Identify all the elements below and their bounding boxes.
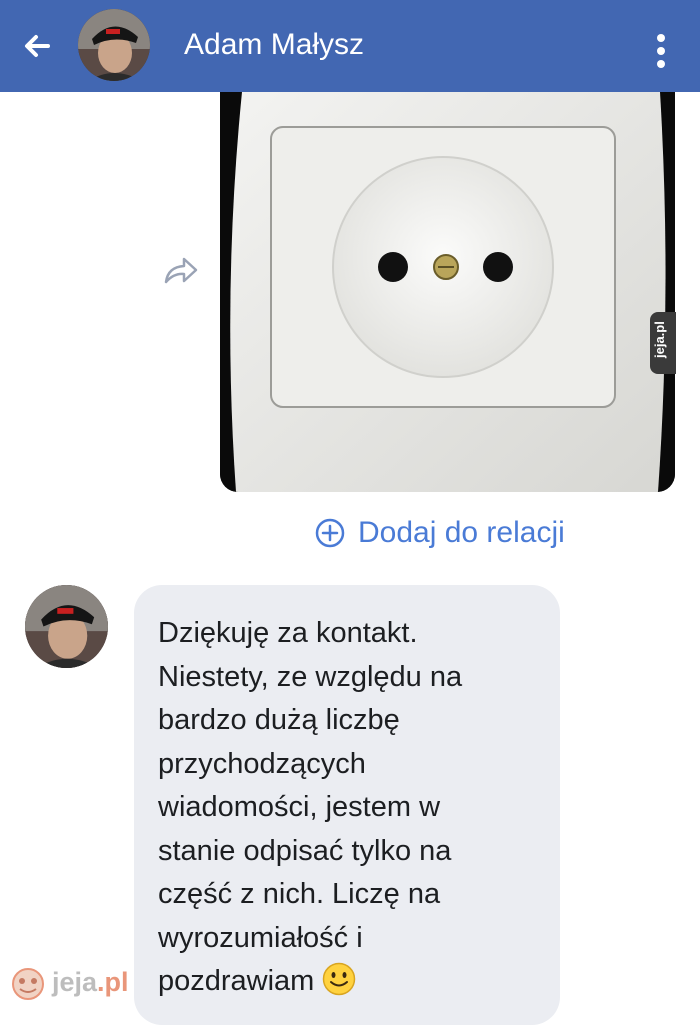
slightly-smiling-face-icon: [323, 962, 356, 996]
site-watermark: jeja.pl: [8, 958, 148, 1006]
message-line: wiadomości, jestem w: [158, 791, 441, 823]
avatar-photo: [25, 585, 108, 668]
message-line: stanie odpisać tylko na: [158, 834, 452, 867]
message-text: Dziękuję za kontakt. Niestety, ze względ…: [158, 612, 462, 1004]
message-line: Niestety, ze względu na: [158, 660, 463, 693]
conversation-header: Adam Małysz: [0, 0, 700, 92]
forward-button[interactable]: [160, 250, 202, 290]
more-options-button[interactable]: [648, 28, 674, 72]
avatar-photo: [78, 9, 150, 81]
plus-circle-icon: [315, 518, 345, 548]
add-to-story-label: Dodaj do relacji: [358, 516, 565, 549]
contact-avatar[interactable]: [78, 9, 150, 81]
watermark-text: jeja.pl: [52, 967, 129, 998]
side-watermark: jeja.pl: [650, 312, 676, 374]
watermark-site-tld: .pl: [97, 966, 129, 997]
menu-dot: [657, 60, 665, 68]
add-to-story-link[interactable]: Dodaj do relacji: [314, 514, 565, 552]
received-message-bubble[interactable]: Dziękuję za kontakt. Niestety, ze względ…: [134, 585, 560, 1025]
message-line: Dziękuję za kontakt.: [158, 617, 418, 649]
message-line: część z nich. Liczę na: [158, 878, 441, 910]
message-line: bardzo dużą liczbę: [158, 704, 400, 736]
power-outlet-photo: [220, 92, 675, 492]
sender-avatar[interactable]: [25, 585, 108, 668]
back-button[interactable]: [18, 26, 58, 66]
menu-dot: [657, 47, 665, 55]
message-last-line: pozdrawiam: [158, 960, 462, 1004]
menu-dot: [657, 34, 665, 42]
share-arrow-icon: [164, 257, 198, 284]
watermark-site-name: jeja: [52, 966, 98, 997]
sent-photo-message[interactable]: [220, 92, 675, 492]
jeja-logo-icon: [12, 968, 44, 1000]
contact-name[interactable]: Adam Małysz: [184, 26, 364, 64]
message-line: pozdrawiam: [158, 965, 315, 997]
message-line: wyrozumiałość i: [158, 921, 363, 954]
side-watermark-text: jeja.pl: [652, 321, 667, 358]
arrow-left-icon: [25, 35, 50, 57]
message-line: przychodzących: [158, 747, 366, 780]
